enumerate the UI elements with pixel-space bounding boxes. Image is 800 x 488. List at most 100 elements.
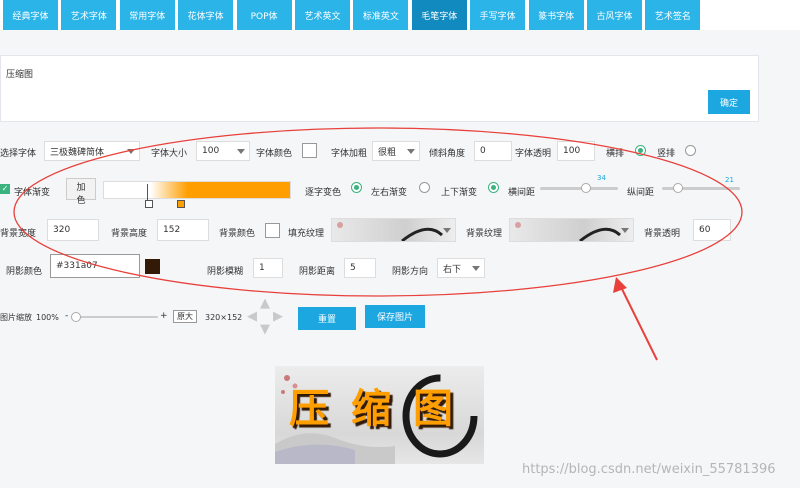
zoom-plus[interactable]: + xyxy=(160,311,168,321)
ud-gradient-radio[interactable] xyxy=(488,182,499,193)
hspace-slider-knob[interactable] xyxy=(581,183,591,193)
zoom-label: 图片缩放 xyxy=(0,313,32,322)
arrow-down-icon[interactable]: ▼ xyxy=(260,322,270,337)
tab-9[interactable]: 篆书字体 xyxy=(528,0,586,30)
shadow-blur-label: 阴影模糊 xyxy=(207,267,244,277)
zoom-slider-knob[interactable] xyxy=(71,312,81,322)
bg-height-input[interactable]: 152 xyxy=(157,219,209,241)
shadow-distance-input[interactable]: 5 xyxy=(344,258,376,278)
tab-10[interactable]: 古风字体 xyxy=(587,0,644,30)
text-input-value[interactable]: 压缩图 xyxy=(6,67,33,80)
font-opacity-label: 字体透明 xyxy=(515,149,552,159)
chevron-down-icon xyxy=(127,149,135,154)
preview-text: 压缩图 xyxy=(289,385,475,432)
vspace-slider-knob[interactable] xyxy=(673,183,683,193)
fill-texture-select[interactable] xyxy=(331,218,456,242)
horizontal-label: 横排 xyxy=(606,149,625,159)
gradient-stop-line xyxy=(147,184,148,200)
font-color-swatch[interactable] xyxy=(302,143,317,158)
char-color-label: 逐字变色 xyxy=(305,188,342,198)
horizontal-radio[interactable] xyxy=(635,145,646,156)
bg-color-label: 背景颜色 xyxy=(219,229,256,239)
bg-height-label: 背景高度 xyxy=(111,229,148,239)
bg-texture-label: 背景纹理 xyxy=(466,229,503,239)
shadow-distance-label: 阴影距离 xyxy=(299,267,336,277)
arrow-right-icon[interactable]: ▶ xyxy=(273,309,283,324)
preview-image: 压缩图 xyxy=(275,366,484,464)
font-bold-select[interactable]: 很粗 xyxy=(372,141,420,161)
lr-gradient-radio[interactable] xyxy=(419,182,430,193)
tab-6[interactable]: 标准英文 xyxy=(353,0,411,30)
chevron-down-icon xyxy=(237,149,245,154)
shadow-direction-value: 右下 xyxy=(443,264,462,275)
zoom-minus[interactable]: - xyxy=(65,311,68,321)
font-select[interactable]: 三极魏碑简体 xyxy=(44,141,140,161)
chevron-down-icon xyxy=(472,266,480,271)
shadow-blur-input[interactable]: 1 xyxy=(253,258,283,278)
bg-width-input[interactable]: 320 xyxy=(47,219,99,241)
image-size-text: 320×152 xyxy=(205,313,243,322)
vspace-label: 纵间距 xyxy=(627,188,655,198)
tab-0[interactable]: 经典字体 xyxy=(3,0,60,30)
annotation-arrowhead xyxy=(613,277,627,293)
font-opacity-input[interactable]: 100 xyxy=(557,141,595,161)
annotation-arrow-line xyxy=(619,284,658,361)
shadow-color-swatch[interactable] xyxy=(145,259,160,274)
tab-3[interactable]: 花体字体 xyxy=(178,0,236,30)
font-bold-value: 很粗 xyxy=(378,147,397,158)
arrow-left-icon[interactable]: ◀ xyxy=(247,309,257,324)
original-size-button[interactable]: 原大 xyxy=(173,310,197,323)
tab-11[interactable]: 艺术签名 xyxy=(645,0,703,30)
ud-gradient-label: 上下渐变 xyxy=(441,188,478,198)
bg-width-label: 背景宽度 xyxy=(0,229,37,239)
bg-color-swatch[interactable] xyxy=(265,223,280,238)
shadow-color-input[interactable]: #331a07 xyxy=(50,254,140,278)
text-input-panel[interactable] xyxy=(0,55,759,122)
hspace-value: 34 xyxy=(597,174,606,182)
tab-7[interactable]: 毛笔字体 xyxy=(411,0,469,30)
tab-1[interactable]: 艺术字体 xyxy=(61,0,119,30)
gradient-bar[interactable] xyxy=(103,181,291,199)
vertical-radio[interactable] xyxy=(685,145,696,156)
fill-texture-label: 填充纹理 xyxy=(288,229,325,239)
skew-angle-label: 倾斜角度 xyxy=(429,149,466,159)
save-image-button[interactable]: 保存图片 xyxy=(365,305,425,328)
tab-8[interactable]: 手写字体 xyxy=(470,0,528,30)
add-color-button[interactable]: 加色 xyxy=(66,178,96,206)
watermark-text: https://blog.csdn.net/weixin_55781396 xyxy=(522,462,776,477)
bg-texture-select[interactable] xyxy=(509,218,634,242)
lr-gradient-label: 左右渐变 xyxy=(371,188,408,198)
chevron-down-icon xyxy=(621,228,629,233)
bg-opacity-input[interactable]: 60 xyxy=(693,219,731,241)
shadow-direction-select[interactable]: 右下 xyxy=(437,258,485,278)
font-bold-label: 字体加粗 xyxy=(331,149,368,159)
hspace-label: 横间距 xyxy=(508,188,536,198)
tab-4[interactable]: POP体 xyxy=(236,0,294,30)
gradient-stop-handle[interactable] xyxy=(145,200,153,208)
font-color-label: 字体颜色 xyxy=(256,149,293,159)
chevron-down-icon xyxy=(407,149,415,154)
tab-5[interactable]: 艺术英文 xyxy=(295,0,352,30)
chevron-down-icon xyxy=(443,228,451,233)
confirm-button[interactable]: 确定 xyxy=(708,90,750,114)
font-size-select[interactable]: 100 xyxy=(196,141,250,161)
gradient-label: 字体渐变 xyxy=(14,188,51,198)
arrow-up-icon[interactable]: ▲ xyxy=(260,296,270,311)
shadow-color-label: 阴影颜色 xyxy=(6,267,43,277)
font-select-label: 选择字体 xyxy=(0,149,37,159)
ink-texture-thumbnail xyxy=(515,222,622,241)
reset-button[interactable]: 重置 xyxy=(298,307,356,330)
gradient-stop-handle[interactable] xyxy=(177,200,185,208)
tab-2[interactable]: 常用字体 xyxy=(119,0,177,30)
move-arrow-pad[interactable]: ▲ ▼ ◀ ▶ xyxy=(247,296,285,337)
zoom-slider[interactable] xyxy=(71,316,158,318)
font-size-value: 100 xyxy=(202,146,220,156)
skew-angle-input[interactable]: 0 xyxy=(474,141,512,161)
font-size-label: 字体大小 xyxy=(151,149,188,159)
vspace-value: 21 xyxy=(725,176,734,184)
gradient-checkbox[interactable]: ✓ xyxy=(0,184,10,194)
ink-texture-thumbnail xyxy=(337,222,444,241)
char-color-radio[interactable] xyxy=(351,182,362,193)
zoom-value: 100% xyxy=(36,313,59,322)
hspace-slider[interactable] xyxy=(540,187,618,190)
